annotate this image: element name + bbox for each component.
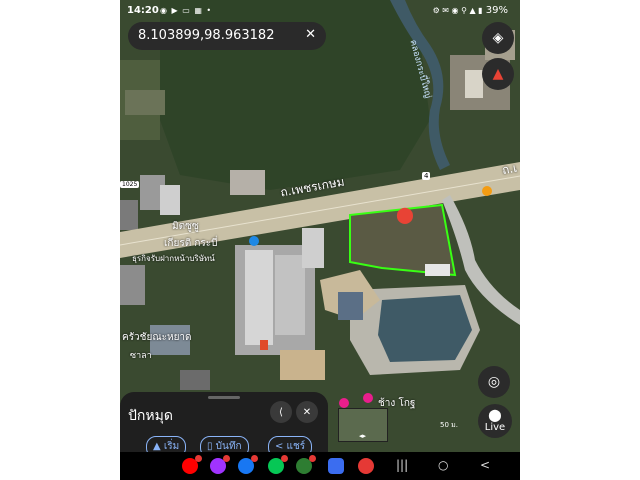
- scale-label: 50 ม.: [440, 421, 458, 429]
- expand-arrow-icon: ◂▸: [359, 432, 367, 440]
- youtube-app-icon[interactable]: [182, 455, 202, 474]
- route-1025-shield: 1025: [120, 181, 140, 188]
- navigation-bar: ||| ○ <: [120, 452, 520, 480]
- line-app-icon[interactable]: [268, 455, 288, 474]
- poi-label-2: เกียรติ กระบี่: [164, 238, 218, 249]
- phone-app-icon[interactable]: [296, 455, 316, 474]
- car-app-icon[interactable]: [358, 458, 374, 474]
- pin-icon: ⬤: [488, 408, 502, 422]
- settings-app-icon[interactable]: [328, 458, 344, 474]
- facebook-app-icon[interactable]: [238, 455, 258, 474]
- search-box[interactable]: 8.103899,98.963182 ✕: [128, 22, 326, 50]
- badge: [195, 455, 202, 462]
- coordinates-text[interactable]: 8.103899,98.963182: [138, 28, 274, 43]
- notification-icons: ◉ ▶ ▭ ▦ •: [160, 6, 213, 15]
- status-bar: 14:20 ◉ ▶ ▭ ▦ • ⚙ ✉ ◉ ⚲ ▲ ▮ 39%: [120, 0, 520, 22]
- compass-button[interactable]: ▲: [482, 58, 514, 90]
- action-chips: ▲ เริ่ม ▯ บันทึก < แชร์: [120, 436, 328, 458]
- home-button[interactable]: ○: [438, 458, 448, 472]
- locate-button[interactable]: ◎: [478, 366, 510, 398]
- poi-label-3: ธุรกิจรับฝากหน้าบริษัทน์: [132, 254, 215, 263]
- scale-bar: 50 ม.: [440, 420, 458, 431]
- layers-button[interactable]: ◈: [482, 22, 514, 54]
- compass-icon: ▲: [492, 66, 504, 82]
- poi-pin-orange[interactable]: [482, 186, 492, 196]
- back-button[interactable]: <: [480, 458, 490, 472]
- poi-pin-pink-2[interactable]: [363, 393, 373, 403]
- location-marker-icon[interactable]: ⬤: [396, 205, 414, 224]
- locate-icon: ◎: [487, 374, 501, 390]
- badge: [223, 455, 230, 462]
- status-time: 14:20: [127, 5, 159, 16]
- share-icon[interactable]: ⟨: [270, 401, 292, 423]
- close-icon[interactable]: ✕: [305, 27, 316, 42]
- sheet-title: ปักหมุด: [128, 408, 173, 424]
- recent-apps-button[interactable]: |||: [396, 458, 408, 472]
- badge: [251, 455, 258, 462]
- route-shield: 4: [422, 172, 431, 180]
- street-view-thumbnail[interactable]: ◂▸: [338, 408, 388, 442]
- road-label-right: ถ.เ: [500, 160, 519, 178]
- phone-screen: ถ.เพชรเกษม ถ.เ 4 1025 คลองกระบี่ใหญ่ มิต…: [120, 0, 520, 480]
- poi-label-4: ครัวชัยณะหยาด: [122, 332, 192, 343]
- sheet-close-icon[interactable]: ✕: [296, 401, 318, 423]
- battery-level: 39%: [485, 5, 508, 16]
- drag-handle[interactable]: [208, 396, 240, 399]
- place-sheet[interactable]: ปักหมุด ⟨ ✕ ▲ เริ่ม ▯ บันทึก < แชร์: [120, 392, 328, 458]
- poi-label-5: ซาลา: [130, 351, 152, 361]
- badge: [309, 455, 316, 462]
- live-label: Live: [484, 422, 506, 433]
- live-view-button[interactable]: ⬤ Live: [478, 404, 512, 438]
- status-right: ⚙ ✉ ◉ ⚲ ▲ ▮ 39%: [433, 5, 508, 16]
- poi-label-1: มิตซูซู: [172, 221, 199, 232]
- layers-icon: ◈: [492, 30, 504, 46]
- messenger-app-icon[interactable]: [210, 455, 230, 474]
- system-icons: ⚙ ✉ ◉ ⚲ ▲ ▮: [432, 6, 483, 15]
- poi-pin-pink-1[interactable]: [339, 398, 349, 408]
- badge: [281, 455, 288, 462]
- poi-icon[interactable]: [249, 236, 259, 246]
